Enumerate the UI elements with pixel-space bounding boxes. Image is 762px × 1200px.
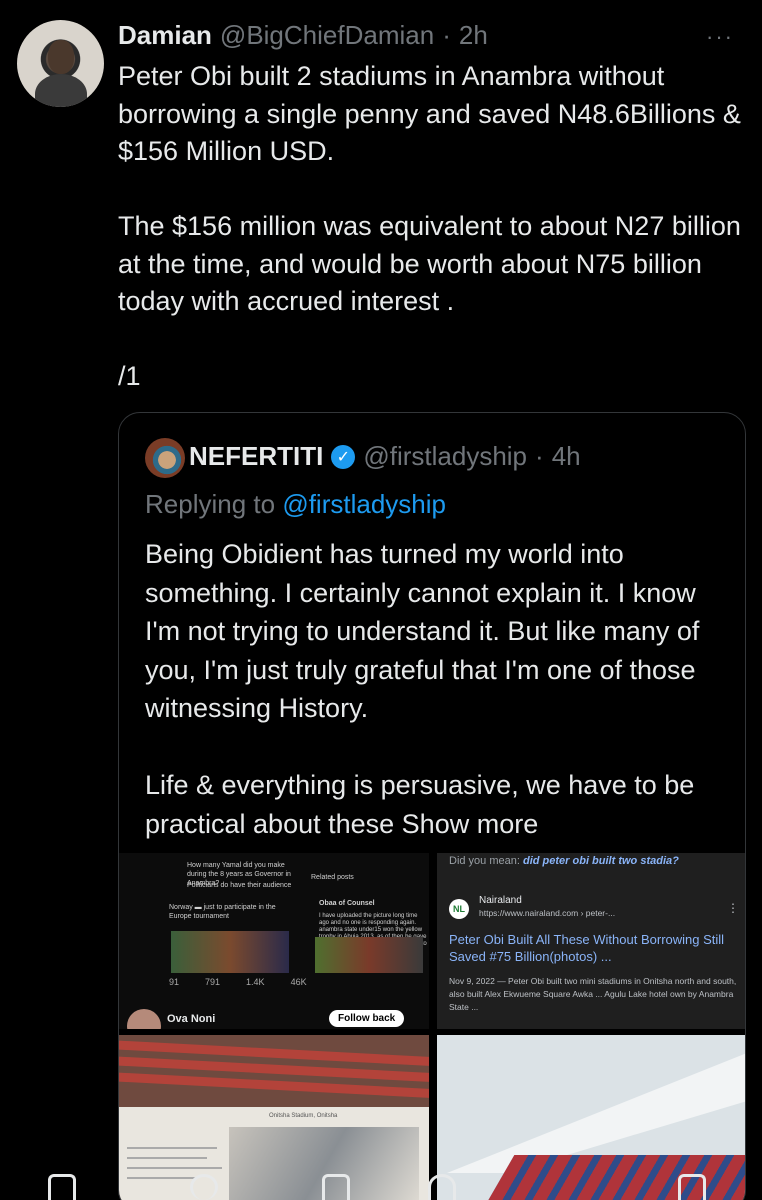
author-handle[interactable]: @BigChiefDamian [220,20,434,51]
site-name: Nairaland [479,895,522,906]
like-count: 1.4K [246,977,265,987]
screenshot-obaa: Obaa of Counsel [319,900,375,907]
text-line [127,1147,217,1149]
avatar-shirt [35,74,87,107]
view-count: 46K [290,977,307,987]
communities-icon[interactable] [428,1174,456,1200]
search-result-snippet: Nov 9, 2022 — Peter Obi built two mini s… [449,976,737,1012]
quoted-avatar[interactable] [145,438,185,478]
quoted-timestamp[interactable]: 4h [552,441,581,472]
quoted-tweet[interactable]: NEFERTITI ✓ @firstladyship · 4h Replying… [118,412,746,1200]
screenshot-politicians: Politicians do have their audience [187,882,292,889]
did-you-mean-label: Did you mean: [449,855,520,867]
media-image-2[interactable]: Did you mean: did peter obi built two st… [437,853,745,1029]
retweet-count: 791 [205,977,221,987]
show-more-link[interactable]: Show more [402,809,539,839]
ova-avatar [127,1009,161,1029]
photo-caption: Onitsha Stadium, Onitsha [269,1113,338,1119]
compose-icon[interactable] [322,1174,350,1200]
screenshot-stats: 91 791 1.4K 46K [169,977,307,987]
more-options-icon[interactable]: ··· [706,24,734,50]
follow-back-button: Follow back [329,1010,405,1027]
site-url: https://www.nairaland.com › peter-... [479,908,616,918]
bottom-nav [0,1166,762,1200]
quoted-author-name[interactable]: NEFERTITI [189,441,323,472]
tweet-header: Damian @BigChiefDamian · 2h [118,20,488,50]
media-image-1[interactable]: How many Yamal did you make during the 8… [119,853,429,1029]
timestamp[interactable]: 2h [459,20,488,51]
quoted-text-body: Being Obidient has turned my world into … [145,539,700,839]
separator-dot: · [535,441,544,471]
replying-handle-link[interactable]: @firstladyship [282,489,446,519]
text-line [127,1157,207,1159]
search-result-title: Peter Obi Built All These Without Borrow… [449,932,725,964]
did-you-mean: Did you mean: did peter obi built two st… [449,855,679,867]
replying-prefix: Replying to [145,489,276,519]
team-photo-1 [171,931,289,973]
quoted-header: NEFERTITI ✓ @firstladyship · 4h [189,441,581,472]
verified-badge-icon: ✓ [331,444,356,469]
did-you-mean-query: did peter obi built two stadia? [523,855,679,867]
tweet-text: Peter Obi built 2 stadiums in Anambra wi… [118,61,741,391]
kebab-menu-icon: ⋮ [727,901,739,915]
search-icon[interactable] [190,1174,218,1200]
screenshot-norway: Norway ▬ just to participate in the Euro… [169,904,276,920]
messages-icon[interactable] [678,1174,706,1200]
home-icon[interactable] [48,1174,76,1200]
ova-name: Ova Noni [167,1013,216,1025]
quoted-author-handle[interactable]: @firstladyship [363,441,527,472]
team-photo-2 [315,937,423,973]
nairaland-icon: NL [449,899,469,919]
replying-to: Replying to @firstladyship [145,489,446,520]
screenshot-related: Related posts [311,874,354,881]
tweet[interactable]: Damian @BigChiefDamian · 2h ··· Peter Ob… [0,0,762,1200]
avatar[interactable] [17,20,104,107]
separator-dot: · [442,20,451,50]
avatar-face [48,40,74,74]
reply-count: 91 [169,977,180,987]
quoted-text: Being Obidient has turned my world into … [145,535,725,843]
media-grid: How many Yamal did you make during the 8… [119,853,745,1200]
author-name[interactable]: Damian [118,20,212,51]
